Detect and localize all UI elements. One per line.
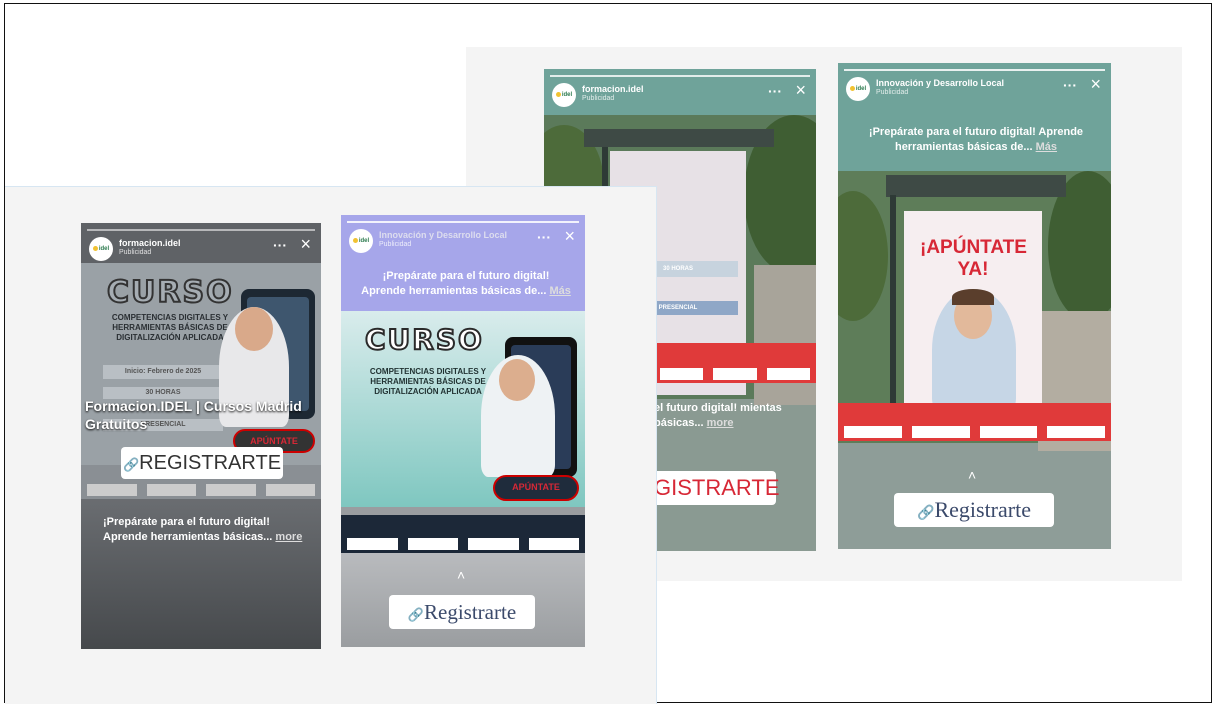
story-innovacion-back[interactable]: ¡APÚNTATE YA! idel Innovación y Desarrol… — [838, 63, 1111, 549]
course-title: CURSO — [364, 322, 484, 357]
course-title: CURSO — [106, 274, 234, 311]
story-formacion-idel-front[interactable]: CURSO COMPETENCIAS DIGITALES Y HERRAMIEN… — [81, 223, 321, 649]
progress-bar — [844, 69, 1105, 71]
billboard-headline: ¡APÚNTATE YA! — [920, 237, 1027, 280]
register-button[interactable]: 🔗REGISTRARTE — [121, 447, 283, 479]
register-button[interactable]: 🔗Registrarte — [389, 595, 535, 629]
close-icon[interactable]: × — [300, 234, 311, 255]
ad-caption: ¡Prepárate para el futuro digital! Apren… — [868, 126, 1084, 153]
account-name[interactable]: Innovación y Desarrollo Local — [379, 230, 507, 240]
more-options-icon[interactable]: ··· — [1063, 77, 1077, 93]
more-link[interactable]: Más — [549, 285, 570, 297]
register-button[interactable]: 🔗Registrarte — [894, 493, 1054, 527]
link-icon: 🔗 — [407, 607, 425, 622]
progress-bar — [87, 229, 315, 231]
ad-caption: ¡Prepárate para el futuro digital! Apren… — [361, 270, 571, 297]
funding-logos-strip — [654, 343, 816, 383]
apuntate-button[interactable]: APÚNTATE — [493, 475, 579, 501]
ad-caption: ¡Prepárate para el futuro digital! Apren… — [103, 516, 303, 543]
funding-logos-strip — [341, 515, 585, 553]
funding-logos-strip — [838, 403, 1111, 441]
overlay-title[interactable]: Formacion.IDEL | Cursos Madrid Gratuitos — [85, 397, 315, 433]
avatar[interactable]: idel — [89, 237, 113, 261]
smiling-man-photo — [932, 289, 1016, 411]
account-name[interactable]: formacion.idel — [119, 238, 181, 248]
more-options-icon[interactable]: ··· — [273, 237, 287, 253]
link-icon: 🔗 — [917, 506, 935, 521]
avatar[interactable]: idel — [552, 83, 576, 107]
account-name[interactable]: Innovación y Desarrollo Local — [876, 78, 1004, 88]
woman-photo — [481, 355, 555, 477]
sponsored-label: Publicidad — [582, 95, 615, 102]
close-icon[interactable]: × — [1090, 74, 1101, 95]
info-start-date: Inicio: Febrero de 2025 — [103, 365, 223, 379]
account-name[interactable]: formacion.idel — [582, 84, 644, 94]
link-icon: 🔗 — [122, 457, 140, 472]
story-innovacion-front[interactable]: CURSO COMPETENCIAS DIGITALES Y HERRAMIEN… — [341, 215, 585, 647]
close-icon[interactable]: × — [795, 80, 806, 101]
progress-bar — [347, 221, 579, 223]
course-subtitle: COMPETENCIAS DIGITALES Y HERRAMIENTAS BÁ… — [369, 367, 487, 396]
more-link[interactable]: Más — [1036, 141, 1057, 153]
ad-caption: el futuro digital! mientas básicas... mo… — [654, 402, 782, 429]
progress-bar — [550, 75, 810, 77]
left-ad-preview-panel: CURSO COMPETENCIAS DIGITALES Y HERRAMIEN… — [5, 186, 657, 704]
more-options-icon[interactable]: ··· — [768, 83, 782, 99]
avatar[interactable]: idel — [846, 77, 870, 101]
register-button[interactable]: GISTRARTE — [636, 471, 780, 505]
bus-stop-billboard: ¡APÚNTATE YA! — [904, 211, 1042, 411]
sponsored-label: Publicidad — [379, 241, 412, 248]
chevron-up-icon: ˄ — [968, 467, 977, 483]
sponsored-label: Publicidad — [119, 249, 152, 256]
more-link[interactable]: more — [275, 531, 302, 543]
more-options-icon[interactable]: ··· — [537, 229, 551, 245]
close-icon[interactable]: × — [564, 226, 575, 247]
avatar[interactable]: idel — [349, 229, 373, 253]
chevron-up-icon: ˄ — [457, 567, 466, 583]
sponsored-label: Publicidad — [876, 89, 909, 96]
more-link[interactable]: more — [707, 417, 734, 429]
